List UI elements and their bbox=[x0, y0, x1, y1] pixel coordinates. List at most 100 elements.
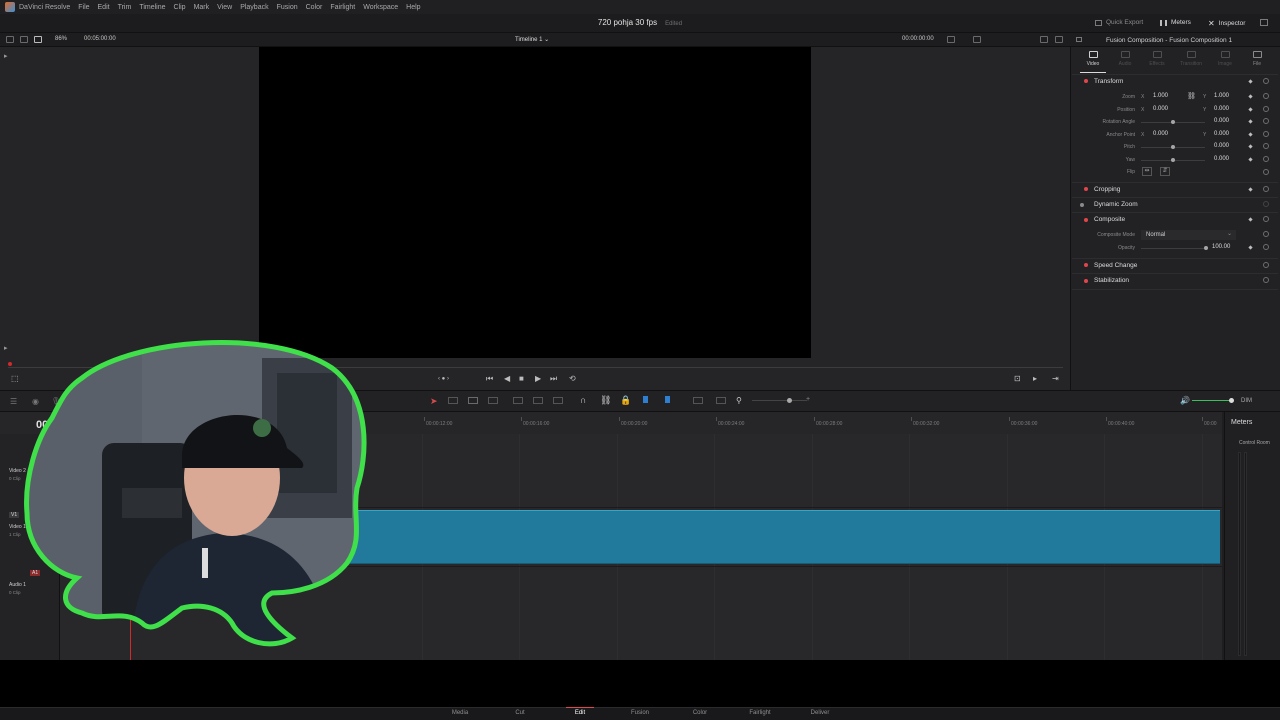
menu-timeline[interactable]: Timeline bbox=[139, 4, 165, 11]
menu-help[interactable]: Help bbox=[406, 4, 420, 11]
lock-icon[interactable]: 🔒 bbox=[620, 395, 631, 406]
page-fairlight[interactable]: Fairlight bbox=[730, 710, 790, 716]
transform-enable-toggle[interactable] bbox=[1084, 79, 1088, 83]
quick-export-button[interactable]: Quick Export bbox=[1095, 19, 1143, 26]
anchor-y-field[interactable]: 0.000 bbox=[1214, 131, 1229, 137]
dual-viewer-icon[interactable] bbox=[1040, 36, 1048, 43]
volume-handle[interactable] bbox=[1229, 398, 1234, 403]
tab-file[interactable]: File bbox=[1242, 51, 1272, 67]
linked-selection-icon[interactable]: ⛓ bbox=[600, 395, 611, 406]
reset-icon[interactable] bbox=[1263, 143, 1269, 149]
menu-mark[interactable]: Mark bbox=[194, 4, 210, 11]
page-color[interactable]: Color bbox=[670, 710, 730, 716]
expand-left-icon[interactable]: ▸ bbox=[4, 52, 8, 60]
app-menu[interactable]: DaVinci Resolve bbox=[19, 4, 70, 11]
reset-icon[interactable] bbox=[1263, 244, 1269, 250]
menu-fusion[interactable]: Fusion bbox=[277, 4, 298, 11]
inspector-button[interactable]: ✕ Inspector bbox=[1208, 19, 1245, 28]
next-frame-icon[interactable]: ▸ bbox=[1033, 375, 1037, 383]
page-deliver[interactable]: Deliver bbox=[790, 710, 850, 716]
blade-tool-icon[interactable] bbox=[488, 397, 498, 404]
jog-control[interactable]: ‹ ● › bbox=[438, 375, 449, 383]
zoom-in-icon[interactable]: + bbox=[806, 396, 810, 403]
reset-icon[interactable] bbox=[1263, 169, 1269, 175]
viewer-zoom[interactable]: 86% bbox=[55, 36, 67, 42]
menu-trim[interactable]: Trim bbox=[118, 4, 132, 11]
tab-effects[interactable]: Effects bbox=[1142, 51, 1172, 67]
replace-clip-icon[interactable] bbox=[553, 397, 563, 404]
volume-icon[interactable]: 🔊 bbox=[1180, 396, 1190, 405]
reset-icon[interactable] bbox=[1263, 262, 1269, 268]
scrubber-playhead[interactable] bbox=[8, 362, 12, 366]
tab-video[interactable]: Video bbox=[1078, 51, 1108, 67]
viewer-options-icon[interactable] bbox=[947, 36, 955, 43]
page-fusion[interactable]: Fusion bbox=[610, 710, 670, 716]
pitch-field[interactable]: 0.000 bbox=[1214, 143, 1229, 149]
section-stabilization[interactable]: Stabilization bbox=[1094, 277, 1129, 284]
rotation-slider-handle[interactable] bbox=[1171, 120, 1175, 124]
reset-icon[interactable] bbox=[1263, 93, 1269, 99]
rotation-field[interactable]: 0.000 bbox=[1214, 118, 1229, 124]
reset-icon[interactable] bbox=[1263, 118, 1269, 124]
trim-tool-icon[interactable] bbox=[448, 397, 458, 404]
opacity-slider[interactable] bbox=[1141, 248, 1207, 249]
timeline-selector[interactable]: Timeline 1 ⌄ bbox=[515, 36, 549, 43]
go-to-start-button[interactable]: ⏮ bbox=[486, 375, 493, 383]
meters-button[interactable]: Meters bbox=[1160, 19, 1191, 26]
panel-icon[interactable] bbox=[1076, 37, 1082, 42]
flip-vertical-icon[interactable]: ⇵ bbox=[1160, 167, 1170, 176]
menu-view[interactable]: View bbox=[217, 4, 232, 11]
position-y-field[interactable]: 0.000 bbox=[1214, 106, 1229, 112]
timeline-view-options-icon[interactable]: ☰ bbox=[10, 397, 17, 406]
expand-bottom-icon[interactable]: ▸ bbox=[4, 344, 8, 352]
yaw-field[interactable]: 0.000 bbox=[1214, 156, 1229, 162]
last-frame-icon[interactable]: ⇥ bbox=[1052, 375, 1059, 383]
link-icon[interactable]: ⛓ bbox=[1187, 92, 1196, 100]
selection-tool-icon[interactable]: ➤ bbox=[430, 396, 438, 407]
reset-icon[interactable] bbox=[1263, 186, 1269, 192]
menu-workspace[interactable]: Workspace bbox=[363, 4, 398, 11]
crop-icon[interactable]: ⬚ bbox=[11, 375, 19, 383]
speed-change-enable-toggle[interactable] bbox=[1084, 263, 1088, 267]
stabilization-enable-toggle[interactable] bbox=[1084, 279, 1088, 283]
reset-icon[interactable] bbox=[1263, 201, 1269, 207]
zoom-full-icon[interactable] bbox=[693, 397, 703, 404]
zoom-detail-icon[interactable] bbox=[716, 397, 726, 404]
insert-clip-icon[interactable] bbox=[513, 397, 523, 404]
play-button[interactable]: ▶ bbox=[535, 375, 541, 383]
dynamic-trim-icon[interactable] bbox=[468, 397, 478, 404]
reset-icon[interactable] bbox=[1263, 231, 1269, 237]
section-composite[interactable]: Composite bbox=[1094, 216, 1125, 223]
composite-mode-dropdown[interactable]: Normal ⌄ bbox=[1141, 230, 1236, 240]
section-dynamic-zoom[interactable]: Dynamic Zoom bbox=[1094, 201, 1138, 208]
safe-area-icon[interactable] bbox=[973, 36, 981, 43]
position-x-field[interactable]: 0.000 bbox=[1153, 106, 1168, 112]
anchor-x-field[interactable]: 0.000 bbox=[1153, 131, 1168, 137]
zoom-x-field[interactable]: 1.000 bbox=[1153, 93, 1168, 99]
reset-icon[interactable] bbox=[1263, 131, 1269, 137]
page-media[interactable]: Media bbox=[430, 710, 490, 716]
track-badge-v1[interactable]: V1 bbox=[9, 512, 20, 518]
opacity-field[interactable]: 100.00 bbox=[1212, 244, 1230, 250]
expand-icon[interactable] bbox=[1260, 19, 1268, 26]
menu-clip[interactable]: Clip bbox=[174, 4, 186, 11]
timeline-zoom-slider[interactable] bbox=[752, 400, 807, 401]
page-cut[interactable]: Cut bbox=[490, 710, 550, 716]
play-reverse-button[interactable]: ◀ bbox=[504, 375, 510, 383]
pitch-slider-handle[interactable] bbox=[1171, 145, 1175, 149]
timeline-clip[interactable] bbox=[340, 510, 1220, 564]
match-frame-icon[interactable]: ⊡ bbox=[1014, 375, 1021, 383]
menu-fairlight[interactable]: Fairlight bbox=[330, 4, 355, 11]
menu-color[interactable]: Color bbox=[306, 4, 323, 11]
menu-file[interactable]: File bbox=[78, 4, 89, 11]
menu-edit[interactable]: Edit bbox=[98, 4, 110, 11]
loop-icon[interactable]: ⟲ bbox=[569, 375, 576, 383]
volume-slider[interactable] bbox=[1192, 400, 1232, 401]
reset-icon[interactable] bbox=[1263, 106, 1269, 112]
layout-icon[interactable] bbox=[6, 36, 14, 43]
tab-image[interactable]: Image bbox=[1210, 51, 1240, 67]
reset-icon[interactable] bbox=[1263, 216, 1269, 222]
go-to-end-button[interactable]: ⏭ bbox=[550, 375, 557, 383]
menu-playback[interactable]: Playback bbox=[240, 4, 268, 11]
section-speed-change[interactable]: Speed Change bbox=[1094, 262, 1137, 269]
